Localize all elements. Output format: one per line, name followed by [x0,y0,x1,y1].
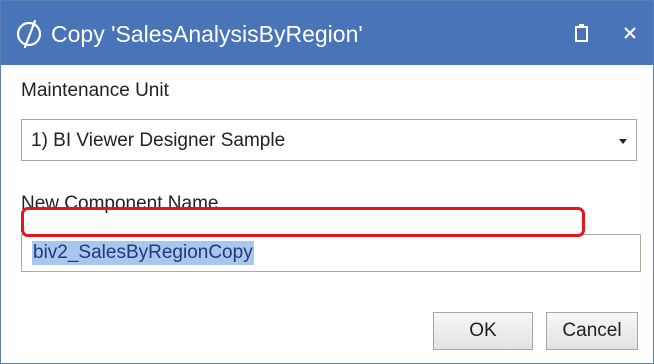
copy-component-dialog: Copy 'SalesAnalysisByRegion' Maintenance… [0,0,654,364]
close-icon [624,27,636,39]
maintenance-unit-selected-value: 1) BI Viewer Designer Sample [31,130,286,151]
maximize-button[interactable] [567,17,597,49]
maintenance-unit-select[interactable]: 1) BI Viewer Designer Sample [21,119,637,161]
dropdown-arrow-icon [619,139,627,144]
close-button[interactable] [615,17,645,49]
maximize-icon [575,24,588,42]
new-component-name-input[interactable]: biv2_SalesByRegionCopy [21,234,641,272]
cancel-button[interactable]: Cancel [546,312,638,350]
new-component-name-value: biv2_SalesByRegionCopy [32,241,254,265]
dialog-titlebar[interactable]: Copy 'SalesAnalysisByRegion' [1,1,653,65]
new-component-name-label: New Component Name [21,193,219,214]
maintenance-unit-label: Maintenance Unit [21,80,169,101]
ok-button[interactable]: OK [433,312,533,350]
dialog-title: Copy 'SalesAnalysisByRegion' [51,21,363,47]
onestream-logo-icon [16,19,42,49]
